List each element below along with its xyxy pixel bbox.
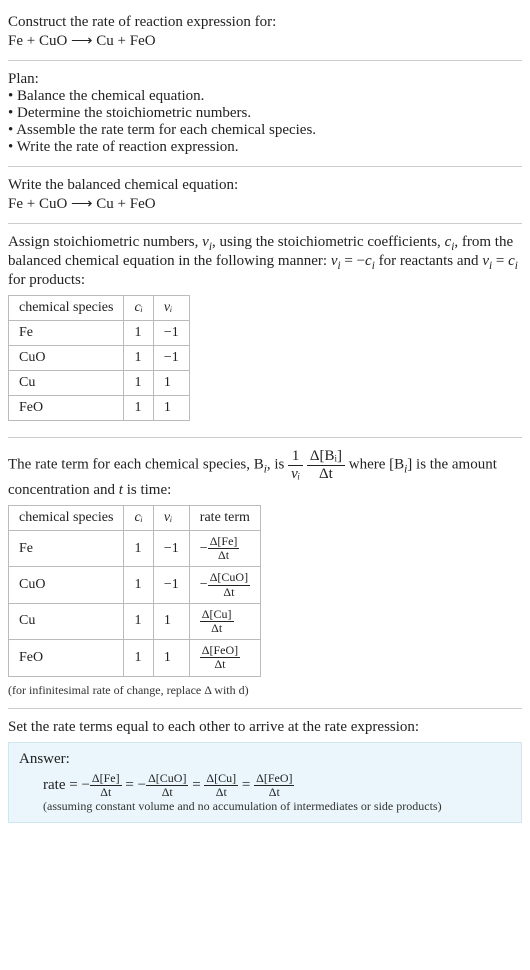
plan-item: • Balance the chemical equation. (8, 88, 522, 105)
intro-prompt: Construct the rate of reaction expressio… (8, 14, 522, 31)
divider (8, 708, 522, 709)
final-heading: Set the rate terms equal to each other t… (8, 719, 522, 736)
answer-label: Answer: (19, 751, 511, 768)
plan-item: • Determine the stoichiometric numbers. (8, 105, 522, 122)
balanced-section: Write the balanced chemical equation: Fe… (8, 171, 522, 219)
rate-expression: rate = −Δ[Fe]Δt = −Δ[CuO]Δt = Δ[Cu]Δt = … (19, 772, 511, 799)
table-header-row: chemical species cᵢ νᵢ (9, 296, 190, 321)
table-header-row: chemical species cᵢ νᵢ rate term (9, 506, 261, 531)
table-row: FeO 1 1 (9, 396, 190, 421)
divider (8, 166, 522, 167)
intro-section: Construct the rate of reaction expressio… (8, 8, 522, 56)
plan-item: • Write the rate of reaction expression. (8, 139, 522, 156)
intro-equation: Fe + CuO ⟶ Cu + FeO (8, 31, 522, 50)
divider (8, 223, 522, 224)
col-header: chemical species (9, 506, 124, 531)
rateterm-intro: The rate term for each chemical species,… (8, 448, 522, 499)
col-header: cᵢ (124, 506, 153, 531)
table-row: CuO 1 −1 (9, 346, 190, 371)
final-section: Set the rate terms equal to each other t… (8, 713, 522, 829)
col-header: chemical species (9, 296, 124, 321)
stoich-table: chemical species cᵢ νᵢ Fe 1 −1 CuO 1 −1 … (8, 295, 190, 421)
rateterm-table: chemical species cᵢ νᵢ rate term Fe 1 −1… (8, 505, 261, 677)
balanced-heading: Write the balanced chemical equation: (8, 177, 522, 194)
rateterm-note: (for infinitesimal rate of change, repla… (8, 683, 522, 698)
plan-section: Plan: • Balance the chemical equation. •… (8, 65, 522, 162)
table-row: Cu 1 1 (9, 371, 190, 396)
col-header: νᵢ (153, 296, 189, 321)
plan-item: • Assemble the rate term for each chemic… (8, 122, 522, 139)
final-note: (assuming constant volume and no accumul… (19, 799, 511, 814)
balanced-equation: Fe + CuO ⟶ Cu + FeO (8, 194, 522, 213)
table-row: FeO 1 1 Δ[FeO]Δt (9, 640, 261, 676)
col-header: cᵢ (124, 296, 153, 321)
table-row: CuO 1 −1 −Δ[CuO]Δt (9, 567, 261, 603)
col-header: νᵢ (153, 506, 189, 531)
stoich-intro: Assign stoichiometric numbers, νi, using… (8, 234, 522, 289)
col-header: rate term (189, 506, 260, 531)
table-row: Cu 1 1 Δ[Cu]Δt (9, 603, 261, 639)
divider (8, 60, 522, 61)
divider (8, 437, 522, 438)
plan-heading: Plan: (8, 71, 522, 88)
fraction: Δ[Bᵢ]Δt (307, 448, 345, 482)
fraction: 1νᵢ (288, 448, 303, 482)
table-row: Fe 1 −1 −Δ[Fe]Δt (9, 531, 261, 567)
rateterm-section: The rate term for each chemical species,… (8, 442, 522, 704)
answer-box: Answer: rate = −Δ[Fe]Δt = −Δ[CuO]Δt = Δ[… (8, 742, 522, 823)
stoich-section: Assign stoichiometric numbers, νi, using… (8, 228, 522, 433)
table-row: Fe 1 −1 (9, 321, 190, 346)
